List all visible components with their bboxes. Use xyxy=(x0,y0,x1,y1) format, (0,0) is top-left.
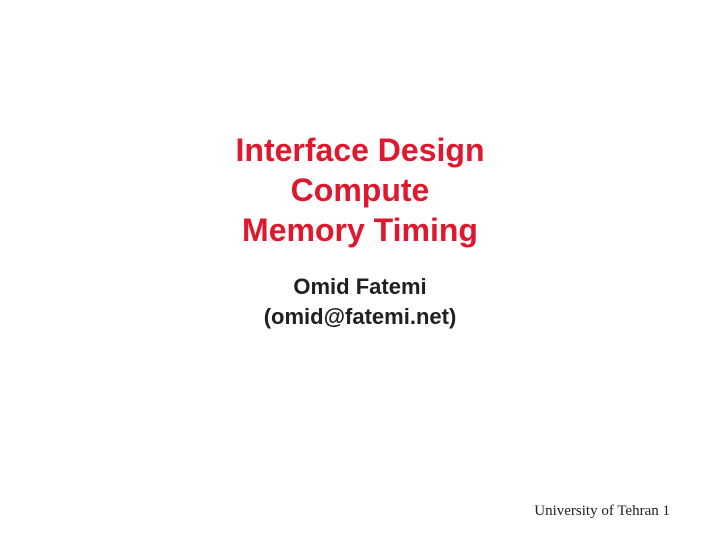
slide: Interface Design Compute Memory Timing O… xyxy=(0,0,720,540)
title-block: Interface Design Compute Memory Timing xyxy=(0,130,720,250)
author-block: Omid Fatemi (omid@fatemi.net) xyxy=(0,272,720,331)
footer-text: University of Tehran 1 xyxy=(534,503,670,520)
title-line-2: Compute xyxy=(0,170,720,210)
author-email: (omid@fatemi.net) xyxy=(0,302,720,332)
title-line-3: Memory Timing xyxy=(0,210,720,250)
title-line-1: Interface Design xyxy=(0,130,720,170)
author-name: Omid Fatemi xyxy=(0,272,720,302)
